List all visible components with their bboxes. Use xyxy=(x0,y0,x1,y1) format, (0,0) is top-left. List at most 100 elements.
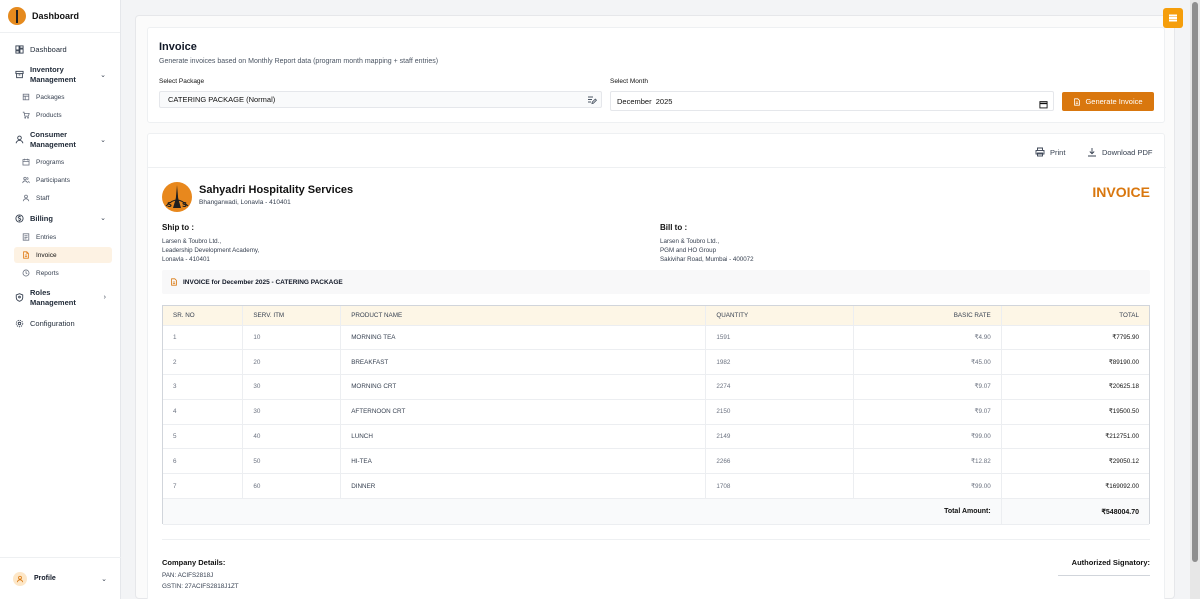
page-title: Invoice xyxy=(159,41,197,53)
serv-itm-cell: 10 xyxy=(242,325,342,351)
serv-itm-cell: 30 xyxy=(242,399,342,425)
quantity-cell: 1591 xyxy=(705,325,855,351)
document-icon xyxy=(1073,97,1081,106)
download-pdf-button[interactable]: Download PDF xyxy=(1087,147,1152,157)
download-icon xyxy=(1087,147,1097,157)
sidebar-item-packages[interactable]: Packages xyxy=(14,89,112,105)
sidebar-item-dashboard[interactable]: Dashboard xyxy=(0,40,120,58)
sidebar-item-invoice[interactable]: Invoice xyxy=(14,247,112,263)
sr-no-cell: 1 xyxy=(163,325,244,351)
sidebar-item-programs[interactable]: Programs xyxy=(14,154,112,170)
ship-to-line: Leadership Development Academy, xyxy=(162,247,260,254)
quantity-cell: 2149 xyxy=(705,424,855,450)
sidebar-item-label: Dashboard xyxy=(30,44,67,54)
sidebar-item-label: Entries xyxy=(36,233,57,241)
list-icon xyxy=(22,233,30,241)
brand-logo xyxy=(8,7,26,25)
scrollbar-thumb[interactable] xyxy=(1192,2,1198,562)
sidebar-item-configuration[interactable]: Configuration xyxy=(0,314,120,332)
sidebar-item-label: Billing xyxy=(30,213,53,223)
dashboard-icon xyxy=(14,44,24,54)
chevron-down-icon: ⌄ xyxy=(100,71,106,79)
total-cell: ₹7795.90 xyxy=(1001,325,1149,351)
chevron-right-icon: › xyxy=(103,294,106,301)
total-amount-label: Total Amount: xyxy=(163,498,1002,526)
main-panel: Invoice Generate invoices based on Month… xyxy=(135,15,1175,599)
print-button[interactable]: Print xyxy=(1035,147,1065,157)
app-title: Dashboard xyxy=(32,11,80,21)
product-name-cell: HI-TEA xyxy=(340,448,707,475)
sidebar-item-roles[interactable]: Roles Management › xyxy=(0,285,120,310)
sidebar-item-consumer[interactable]: Consumer Management ⌄ xyxy=(0,127,120,152)
invoice-preview-card: Print Download PDF S S Sahyadri Hospital… xyxy=(147,133,1166,599)
basic-rate-cell: ₹12.82 xyxy=(853,448,1002,475)
sr-no-cell: 4 xyxy=(163,399,244,425)
month-input-value: December 2025 xyxy=(617,97,673,106)
users-icon xyxy=(22,176,30,184)
sidebar-item-label: Roles Management xyxy=(30,287,76,307)
sidebar-item-staff[interactable]: Staff xyxy=(14,190,112,206)
total-cell: ₹169092.00 xyxy=(1001,473,1149,500)
sidebar-item-inventory[interactable]: Inventory Management ⌄ xyxy=(0,62,120,87)
sidebar-item-participants[interactable]: Participants xyxy=(14,172,112,188)
profile-menu[interactable]: Profile ⌄ xyxy=(0,557,121,599)
quantity-cell: 1982 xyxy=(705,349,855,376)
bill-to-line: Sakivihar Road, Mumbai - 400072 xyxy=(660,256,754,263)
staff-icon xyxy=(22,194,30,202)
svg-text:S: S xyxy=(182,201,187,209)
ship-to-title: Ship to : xyxy=(162,223,194,232)
total-cell: ₹20625.18 xyxy=(1001,374,1149,400)
column-header: SR. NO xyxy=(163,306,244,326)
user-icon xyxy=(14,135,24,145)
document-icon xyxy=(22,251,30,259)
sr-no-cell: 2 xyxy=(163,349,244,376)
table-row: 6 50 HI-TEA 2266 ₹12.82 ₹29050.12 xyxy=(163,448,1149,475)
profile-label: Profile xyxy=(34,575,56,582)
sidebar-item-label: Packages xyxy=(36,93,65,101)
chevron-down-icon: ⌄ xyxy=(101,575,107,583)
menu-button[interactable] xyxy=(1163,8,1183,28)
print-label: Print xyxy=(1050,147,1066,157)
month-input[interactable]: December 2025 xyxy=(610,91,1054,111)
basic-rate-cell: ₹4.90 xyxy=(853,325,1002,351)
divider xyxy=(162,539,1150,540)
table-row: 3 30 MORNING CRT 2274 ₹9.07 ₹20625.18 xyxy=(163,374,1149,400)
invoice-heading: INVOICE xyxy=(1092,184,1150,200)
product-name-cell: DINNER xyxy=(340,473,707,500)
scrollbar[interactable] xyxy=(1190,0,1200,599)
sidebar-item-billing[interactable]: Billing ⌄ xyxy=(0,209,120,227)
generate-invoice-button[interactable]: Generate Invoice xyxy=(1062,92,1154,111)
total-cell: ₹89190.00 xyxy=(1001,349,1149,376)
sidebar: Dashboard Dashboard Inventory Management… xyxy=(0,0,121,599)
calendar-icon[interactable] xyxy=(1039,97,1048,116)
sidebar-item-entries[interactable]: Entries xyxy=(14,229,112,245)
gstin-number: GSTIN: 27ACIFS2818J1ZT xyxy=(162,583,239,590)
sidebar-item-products[interactable]: Products xyxy=(14,107,112,123)
quantity-cell: 1708 xyxy=(705,473,855,500)
total-cell: ₹19500.50 xyxy=(1001,399,1149,425)
table-row: 1 10 MORNING TEA 1591 ₹4.90 ₹7795.90 xyxy=(163,325,1149,351)
brand[interactable]: Dashboard xyxy=(0,0,120,33)
table-row: 2 20 BREAKFAST 1982 ₹45.00 ₹89190.00 xyxy=(163,349,1149,376)
total-amount-value: ₹548004.70 xyxy=(1001,498,1149,526)
invoice-table: SR. NO SERV. ITM PRODUCT NAME QUANTITY B… xyxy=(162,305,1150,526)
cart-icon xyxy=(22,111,30,119)
column-header: QUANTITY xyxy=(705,306,855,326)
clock-icon xyxy=(22,269,30,277)
box-icon xyxy=(14,70,24,80)
product-name-cell: LUNCH xyxy=(340,424,707,450)
bill-to-line: Larsen & Toubro Ltd., xyxy=(660,238,720,245)
serv-itm-cell: 40 xyxy=(242,424,342,450)
company-logo: S S xyxy=(162,182,192,212)
package-select[interactable]: CATERING PACKAGE (Normal) xyxy=(159,91,602,108)
sidebar-item-label: Staff xyxy=(36,194,50,202)
column-header: BASIC RATE xyxy=(853,306,1002,326)
sidebar-item-label: Consumer Management xyxy=(30,129,76,149)
total-cell: ₹212751.00 xyxy=(1001,424,1149,450)
total-cell: ₹29050.12 xyxy=(1001,448,1149,475)
product-name-cell: MORNING TEA xyxy=(340,325,707,351)
company-details-title: Company Details: xyxy=(162,558,226,567)
sidebar-nav: Dashboard Inventory Management ⌄ Package… xyxy=(0,33,120,332)
sidebar-item-reports[interactable]: Reports xyxy=(14,265,112,281)
edit-icon xyxy=(587,95,598,111)
